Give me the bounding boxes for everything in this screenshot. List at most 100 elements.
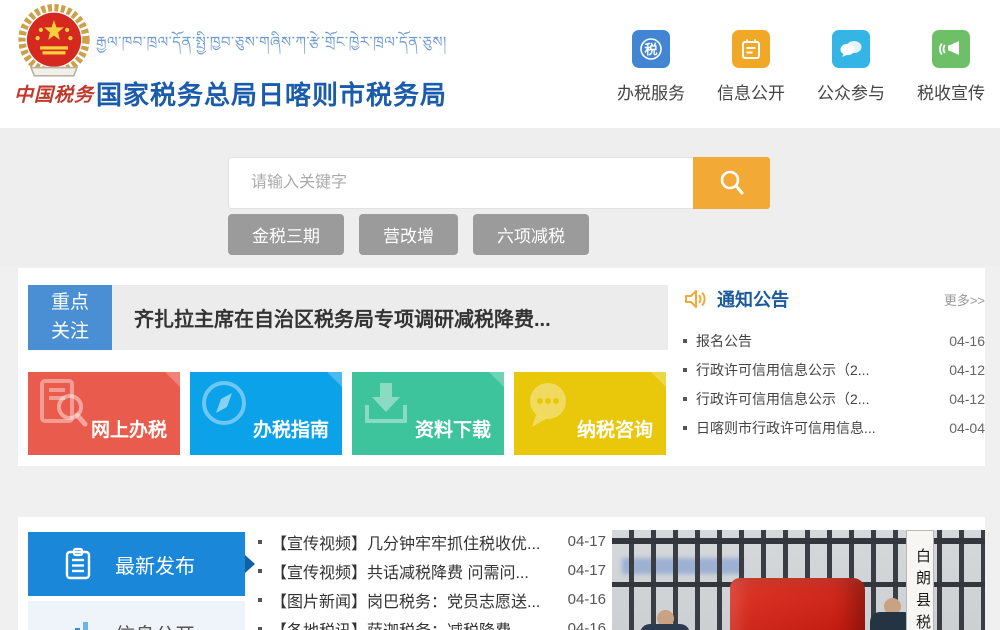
bullet-icon: [683, 339, 687, 343]
bullet-icon: [258, 540, 262, 544]
search-button[interactable]: [693, 157, 770, 209]
quick-link-consultation[interactable]: 纳税咨询: [514, 372, 666, 455]
notice-item-text: 日喀则市行政许可信用信息...: [696, 418, 939, 438]
notice-item-date: 04-16: [949, 333, 985, 349]
logo-caption: 中国税务: [10, 80, 98, 107]
bullet-icon: [258, 627, 262, 630]
notice-item-text: 行政许可信用信息公示（2...: [696, 360, 939, 380]
news-item[interactable]: 【各地税讯】萨迦税务：减税降费... 04-16: [258, 614, 606, 630]
chat-icon: [832, 30, 870, 68]
photo-vertical-sign: 白朗县税务局: [906, 530, 934, 630]
news-tabs: 最新发布 信息公开: [28, 532, 245, 630]
focus-headline-link[interactable]: 齐扎拉主席在自治区税务局专项调研减税降费...: [112, 285, 668, 350]
photo-person: [640, 610, 690, 630]
key-focus-badge: 重点 关注: [28, 285, 112, 350]
nav-label: 信息公开: [717, 79, 785, 104]
news-item-text: 【宣传视频】几分钟牢牢抓住税收优...: [271, 530, 558, 554]
top-navigation: 税 办税服务 信息公开 公众参与 税收宣传: [614, 30, 988, 104]
news-item-date: 04-17: [568, 562, 606, 579]
horn-icon: [683, 287, 707, 311]
nav-label: 办税服务: [617, 79, 685, 104]
site-titles: རྒྱལ་ཁབ་ཁྲལ་དོན་སྤྱི་ཁྱབ་ཅུས་གཞིས་ཀ་རྩེ་…: [96, 26, 447, 112]
nav-label: 公众参与: [817, 79, 885, 104]
search-icon: [717, 168, 747, 198]
focus-headline: 齐扎拉主席在自治区税务局专项调研减税降费...: [134, 303, 551, 332]
news-item[interactable]: 【宣传视频】几分钟牢牢抓住税收优... 04-17: [258, 527, 606, 556]
chat-dots-icon: [522, 377, 578, 438]
notice-item-date: 04-12: [949, 362, 985, 378]
news-item-text: 【宣传视频】共话减税降费 问需问...: [271, 559, 558, 583]
news-card: 最新发布 信息公开 【宣传视频】几分钟牢牢抓住税收优... 04-17 【宣传视频…: [18, 517, 985, 630]
site-title: 国家税务总局日喀则市税务局: [96, 75, 447, 112]
national-emblem-icon: [13, 2, 95, 84]
bar-chart-icon: [61, 616, 95, 630]
clipboard-icon: [61, 547, 95, 581]
notepad-icon: [732, 30, 770, 68]
nav-item-info-disclosure[interactable]: 信息公开: [714, 30, 788, 104]
notice-item-date: 04-04: [949, 420, 985, 436]
hot-search-tags: 金税三期 营改增 六项减税: [228, 214, 589, 255]
notice-item-text: 行政许可信用信息公示（2...: [696, 389, 939, 409]
notice-more-link[interactable]: 更多>>: [944, 290, 985, 309]
notice-title: 通知公告: [717, 286, 789, 312]
nav-item-public-participation[interactable]: 公众参与: [814, 30, 888, 104]
news-list: 【宣传视频】几分钟牢牢抓住税收优... 04-17 【宣传视频】共话减税降费 问需…: [258, 527, 606, 630]
quick-link-label: 办税指南: [253, 415, 329, 442]
quick-link-label: 纳税咨询: [577, 415, 653, 442]
bullet-icon: [258, 569, 262, 573]
key-focus-line1: 重点: [51, 289, 89, 318]
notice-item[interactable]: 报名公告 04-16: [683, 326, 985, 355]
notice-panel: 通知公告 更多>> 报名公告 04-16 行政许可信用信息公示（2... 04-12…: [683, 285, 985, 442]
logo: 中国税务: [10, 2, 98, 107]
tag-button[interactable]: 金税三期: [228, 214, 344, 255]
news-item-date: 04-16: [568, 591, 606, 608]
tab-latest-release[interactable]: 最新发布: [28, 532, 245, 596]
notice-list: 报名公告 04-16 行政许可信用信息公示（2... 04-12 行政许可信用信息公…: [683, 326, 985, 442]
bullet-icon: [683, 397, 687, 401]
site-title-tibetan: རྒྱལ་ཁབ་ཁྲལ་དོན་སྤྱི་ཁྱབ་ཅུས་གཞིས་ཀ་རྩེ་…: [96, 26, 447, 68]
bullet-icon: [683, 368, 687, 372]
tab-info-disclosure[interactable]: 信息公开: [28, 601, 245, 630]
notice-item[interactable]: 行政许可信用信息公示（2... 04-12: [683, 384, 985, 413]
news-item-date: 04-16: [568, 620, 606, 630]
news-item[interactable]: 【图片新闻】岗巴税务：党员志愿送... 04-16: [258, 585, 606, 614]
quick-link-label: 网上办税: [91, 415, 167, 442]
nav-item-tax-publicity[interactable]: 税收宣传: [914, 30, 988, 104]
site-header: 中国税务 རྒྱལ་ཁབ་ཁྲལ་དོན་སྤྱི་ཁྱབ་ཅུས་གཞིས་ཀ…: [0, 0, 1000, 128]
tab-label: 最新发布: [115, 550, 195, 579]
notice-item[interactable]: 日喀则市行政许可信用信息... 04-04: [683, 413, 985, 442]
tag-button[interactable]: 营改增: [359, 214, 458, 255]
tab-label: 信息公开: [115, 619, 195, 630]
nav-label: 税收宣传: [917, 79, 985, 104]
key-focus-line2: 关注: [51, 318, 89, 347]
search-bar: [228, 157, 770, 209]
photo-red-drape: [730, 578, 865, 630]
document-search-icon: [36, 377, 92, 438]
quick-link-label: 资料下载: [415, 415, 491, 442]
news-item-text: 【各地税讯】萨迦税务：减税降费...: [271, 617, 558, 630]
news-item-text: 【图片新闻】岗巴税务：党员志愿送...: [271, 588, 558, 612]
search-section: 金税三期 营改增 六项减税: [0, 128, 1000, 266]
page: 中国税务 རྒྱལ་ཁབ་ཁྲལ་དོན་སྤྱི་ཁྱབ་ཅུས་གཞིས་ཀ…: [0, 0, 1000, 630]
main-card: 重点 关注 齐扎拉主席在自治区税务局专项调研减税降费... 网上办税 办税指南: [18, 268, 985, 466]
svg-text:税: 税: [644, 42, 657, 57]
quick-link-downloads[interactable]: 资料下载: [352, 372, 504, 455]
news-item[interactable]: 【宣传视频】共话减税降费 问需问... 04-17: [258, 556, 606, 585]
download-icon: [360, 377, 416, 438]
notice-item-text: 报名公告: [696, 331, 939, 351]
tag-button[interactable]: 六项减税: [473, 214, 589, 255]
nav-item-tax-service[interactable]: 税 办税服务: [614, 30, 688, 104]
quick-links: 网上办税 办税指南 资料下载 纳税咨询: [28, 372, 666, 455]
search-input[interactable]: [228, 157, 693, 209]
compass-icon: [198, 377, 254, 438]
tax-icon: 税: [632, 30, 670, 68]
quick-link-online-tax[interactable]: 网上办税: [28, 372, 180, 455]
megaphone-icon: [932, 30, 970, 68]
notice-header: 通知公告 更多>>: [683, 285, 985, 313]
notice-item[interactable]: 行政许可信用信息公示（2... 04-12: [683, 355, 985, 384]
notice-item-date: 04-12: [949, 391, 985, 407]
news-photo[interactable]: 白朗县税务局: [612, 530, 985, 630]
news-item-date: 04-17: [568, 533, 606, 550]
quick-link-tax-guide[interactable]: 办税指南: [190, 372, 342, 455]
bullet-icon: [683, 426, 687, 430]
